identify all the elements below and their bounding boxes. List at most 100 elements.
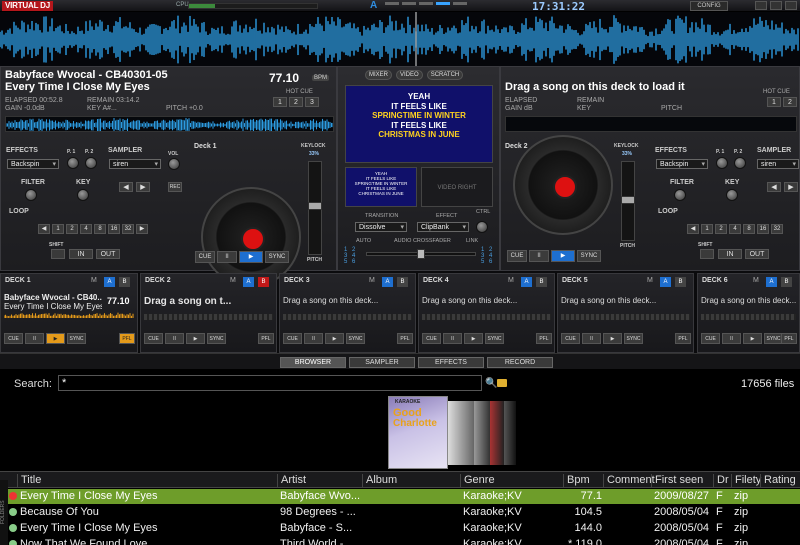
folder-icon[interactable] xyxy=(497,379,507,387)
jog-wheel[interactable] xyxy=(201,187,301,287)
mini-deck-b-button[interactable]: B xyxy=(675,277,686,287)
mini-sync-button[interactable]: SYNC xyxy=(67,333,86,344)
search-input[interactable] xyxy=(58,375,482,391)
column-title[interactable]: Title xyxy=(17,474,41,488)
effect-p1-knob[interactable] xyxy=(716,157,728,169)
mini-deck-3[interactable]: DECK 3 M A B Drag a song on this deck... CUE… xyxy=(279,273,416,353)
mini-pause-button[interactable]: II xyxy=(165,333,184,344)
loop-1-button[interactable]: 1 xyxy=(52,224,64,234)
mini-deck-m-button[interactable]: M xyxy=(230,277,236,284)
sampler-volume-knob[interactable] xyxy=(168,158,180,170)
table-row[interactable]: Every Time I Close My Eyes Babyface Wvo.… xyxy=(0,489,800,504)
column-drive[interactable]: Dr xyxy=(713,474,729,488)
mini-pfl-button[interactable]: PFL xyxy=(675,333,691,344)
mini-play-button[interactable]: ▶ xyxy=(464,333,483,344)
mini-deck-m-button[interactable]: M xyxy=(753,277,759,284)
mini-deck-waveform[interactable] xyxy=(701,314,796,320)
mini-pause-button[interactable]: II xyxy=(722,333,741,344)
effect-select[interactable]: Backspin xyxy=(656,159,708,169)
loop-32-button[interactable]: 32 xyxy=(771,224,783,234)
mini-play-button[interactable]: ▶ xyxy=(186,333,205,344)
mini-deck-a-button[interactable]: A xyxy=(382,277,393,287)
deck-waveform[interactable] xyxy=(5,116,334,132)
mini-deck-b-button[interactable]: B xyxy=(536,277,547,287)
mini-deck-a-button[interactable]: A xyxy=(243,277,254,287)
mini-deck-b-button[interactable]: B xyxy=(258,277,269,287)
mini-cue-button[interactable]: CUE xyxy=(422,333,441,344)
mini-pfl-button[interactable]: PFL xyxy=(119,333,135,344)
hot-cue-3-button[interactable]: 3 xyxy=(305,97,319,107)
mini-deck-b-button[interactable]: B xyxy=(119,277,130,287)
effect-select[interactable]: Backspin xyxy=(7,159,59,169)
tab-mixer[interactable]: MIXER xyxy=(365,70,393,80)
audio-crossfader[interactable] xyxy=(366,249,476,259)
mini-cue-button[interactable]: CUE xyxy=(561,333,580,344)
cover-flow-item[interactable] xyxy=(504,401,516,465)
layout-2-button[interactable] xyxy=(402,2,416,5)
main-waveform[interactable] xyxy=(0,12,800,67)
mini-deck-waveform[interactable] xyxy=(283,314,412,320)
mini-deck-b-button[interactable]: B xyxy=(781,277,792,287)
pitch-slider[interactable] xyxy=(621,161,635,241)
loop-in-button[interactable]: IN xyxy=(718,249,742,259)
mini-sync-button[interactable]: SYNC xyxy=(485,333,504,344)
layout-4-button[interactable] xyxy=(436,2,450,5)
mini-deck-m-button[interactable]: M xyxy=(91,277,97,284)
tab-record[interactable]: RECORD xyxy=(487,357,553,368)
loop-2-button[interactable]: 2 xyxy=(66,224,78,234)
mini-sync-button[interactable]: SYNC xyxy=(624,333,643,344)
loop-8-button[interactable]: 8 xyxy=(743,224,755,234)
sampler-next-button[interactable]: ▶ xyxy=(784,182,798,192)
left-channel-numbers-2[interactable]: 2 4 6 xyxy=(352,247,355,265)
channel-6-button[interactable]: 6 xyxy=(352,259,355,265)
table-row[interactable]: Because Of You 98 Degrees - ... Karaoke;… xyxy=(0,505,800,520)
mini-deck-a-button[interactable]: A xyxy=(521,277,532,287)
layout-1-button[interactable] xyxy=(385,2,399,5)
cue-button[interactable]: CUE xyxy=(195,251,215,263)
mini-deck-b-button[interactable]: B xyxy=(397,277,408,287)
table-row[interactable]: Now That We Found Love Third World - ...… xyxy=(0,537,800,545)
hot-cue-2-button[interactable]: 2 xyxy=(289,97,303,107)
mini-pfl-button[interactable]: PFL xyxy=(781,333,797,344)
effect-p2-knob[interactable] xyxy=(734,157,746,169)
effect-p1-knob[interactable] xyxy=(67,157,79,169)
loop-8-button[interactable]: 8 xyxy=(94,224,106,234)
sampler-next-button[interactable]: ▶ xyxy=(136,182,150,192)
sampler-select[interactable]: siren xyxy=(757,159,799,169)
search-icon[interactable]: 🔍 xyxy=(485,378,497,389)
mini-play-button[interactable]: ▶ xyxy=(603,333,622,344)
right-channel-numbers-2[interactable]: 2 4 6 xyxy=(489,247,492,265)
mini-pfl-button[interactable]: PFL xyxy=(258,333,274,344)
loop-4-button[interactable]: 4 xyxy=(80,224,92,234)
key-knob[interactable] xyxy=(77,189,89,201)
cue-button[interactable]: CUE xyxy=(507,250,527,262)
column-filetype[interactable]: Filety xyxy=(731,474,761,488)
hot-cue-1-button[interactable]: 1 xyxy=(767,97,781,107)
mini-deck-6[interactable]: DECK 6 M A B Drag a song on this deck... CUE… xyxy=(697,273,800,353)
pause-button[interactable]: II xyxy=(529,250,549,262)
tab-video[interactable]: VIDEO xyxy=(396,70,423,80)
hot-cue-2-button[interactable]: 2 xyxy=(783,97,797,107)
loop-32-button[interactable]: 32 xyxy=(122,224,134,234)
pitch-slider[interactable] xyxy=(308,161,322,255)
transition-select[interactable]: Dissolve xyxy=(355,222,407,232)
loop-16-button[interactable]: 16 xyxy=(108,224,120,234)
play-button[interactable]: ▶ xyxy=(239,251,263,263)
video-right-preview[interactable]: VIDEO RIGHT xyxy=(421,167,493,207)
mini-play-button[interactable]: ▶ xyxy=(743,333,762,344)
maximize-button[interactable] xyxy=(770,1,782,10)
column-album[interactable]: Album xyxy=(362,474,397,488)
column-artist[interactable]: Artist xyxy=(277,474,306,488)
tab-sampler[interactable]: SAMPLER xyxy=(349,357,415,368)
hot-cue-1-button[interactable]: 1 xyxy=(273,97,287,107)
mini-deck-a-button[interactable]: A xyxy=(104,277,115,287)
shift-button[interactable] xyxy=(700,249,714,259)
right-channel-5-button[interactable]: 5 xyxy=(481,259,484,265)
layout-a-button[interactable]: A xyxy=(370,0,377,11)
table-row[interactable]: Every Time I Close My Eyes Babyface - S.… xyxy=(0,521,800,536)
cover-flow-item[interactable] xyxy=(448,401,474,465)
layout-switcher[interactable] xyxy=(385,1,467,5)
sync-button[interactable]: SYNC xyxy=(265,251,289,263)
jog-wheel[interactable] xyxy=(513,135,613,235)
effect-p2-knob[interactable] xyxy=(85,157,97,169)
